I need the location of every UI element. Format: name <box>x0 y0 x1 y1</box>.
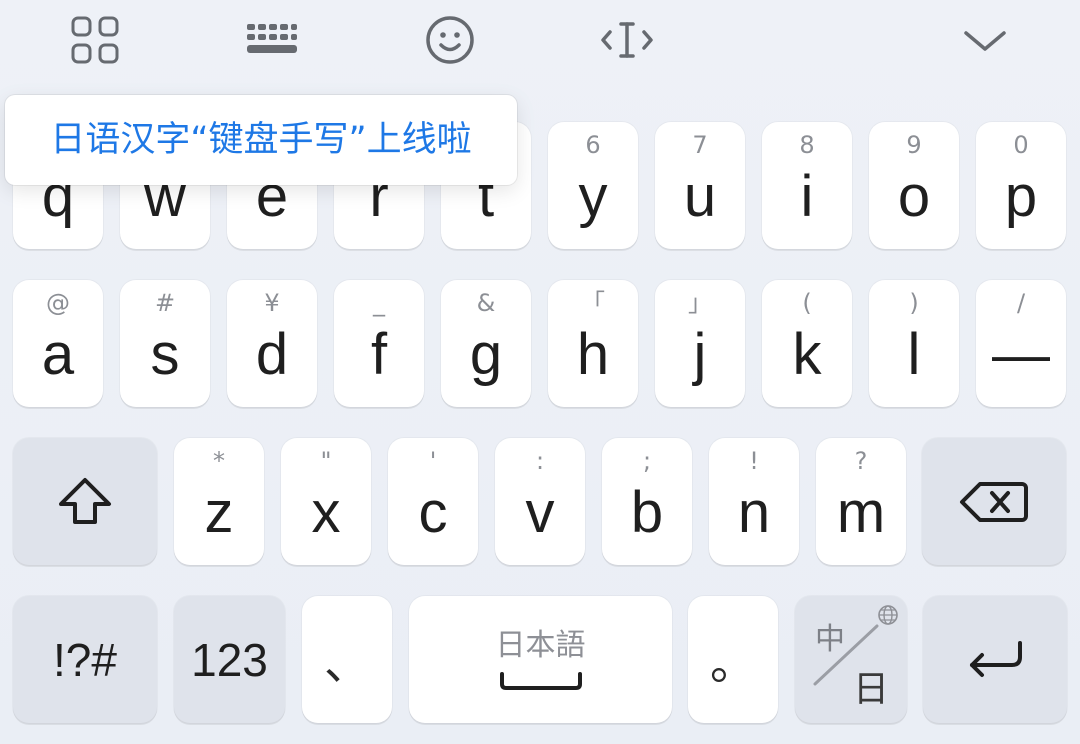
key-p[interactable]: 0 p <box>976 122 1066 249</box>
key-label: p <box>1004 164 1038 229</box>
key-label: x <box>311 480 341 545</box>
key-label: n <box>737 480 771 545</box>
period-key[interactable]: 。 <box>688 596 778 723</box>
key-s[interactable]: # s <box>120 280 210 407</box>
key-label: s <box>150 322 180 387</box>
key-label: i <box>800 164 814 229</box>
key-label: k <box>792 322 822 387</box>
key-u[interactable]: 7 u <box>655 122 745 249</box>
key-label: a <box>41 322 75 387</box>
key-d[interactable]: ¥ d <box>227 280 317 407</box>
key-dash[interactable]: / — <box>976 280 1066 407</box>
key-label: y <box>578 164 608 229</box>
key-label: j <box>693 322 707 387</box>
chevron-down-icon[interactable] <box>949 8 1021 72</box>
space-key[interactable]: 日本語 <box>409 596 672 723</box>
key-j[interactable]: 」 j <box>655 280 745 407</box>
key-label: v <box>525 480 555 545</box>
key-z[interactable]: * z <box>174 438 264 565</box>
comma-key[interactable]: 、 <box>302 596 392 723</box>
apps-grid-icon[interactable] <box>59 8 131 72</box>
key-c[interactable]: ' c <box>388 438 478 565</box>
backspace-key[interactable] <box>922 438 1066 565</box>
key-a[interactable]: @ a <box>13 280 103 407</box>
key-label: b <box>630 480 664 545</box>
key-label: f <box>370 322 388 387</box>
key-y[interactable]: 6 y <box>548 122 638 249</box>
key-o[interactable]: 9 o <box>869 122 959 249</box>
key-h[interactable]: 「 h <box>548 280 638 407</box>
numbers-label: 123 <box>191 633 268 686</box>
enter-key[interactable] <box>923 596 1067 723</box>
smiley-icon[interactable] <box>414 8 486 72</box>
shift-icon <box>13 438 157 565</box>
key-label: c <box>418 480 448 545</box>
globe-icon <box>877 604 899 626</box>
key-label: m <box>836 480 886 545</box>
key-label: z <box>204 480 234 545</box>
keyboard-toolbar <box>0 0 1080 88</box>
key-n[interactable]: ! n <box>709 438 799 565</box>
key-k[interactable]: ( k <box>762 280 852 407</box>
key-f[interactable]: _ f <box>334 280 424 407</box>
key-label: — <box>992 322 1050 387</box>
cursor-icon[interactable] <box>591 8 663 72</box>
period-label: 。 <box>710 636 756 689</box>
space-label: 日本語 <box>495 628 586 663</box>
key-label: g <box>469 322 503 387</box>
space-bar-icon <box>498 672 584 692</box>
shift-key[interactable] <box>13 438 157 565</box>
tooltip-text: 日语汉字“键盘手写”上线啦 <box>50 120 472 160</box>
backspace-icon <box>922 438 1066 565</box>
key-b[interactable]: ; b <box>602 438 692 565</box>
key-label: o <box>897 164 931 229</box>
key-l[interactable]: ) l <box>869 280 959 407</box>
comma-label: 、 <box>324 636 370 689</box>
symbols-label: !?# <box>53 633 117 686</box>
key-label: u <box>683 164 717 229</box>
key-x[interactable]: " x <box>281 438 371 565</box>
key-v[interactable]: : v <box>495 438 585 565</box>
numbers-key[interactable]: 123 <box>174 596 285 723</box>
language-switch-key[interactable]: 中 日 <box>795 596 907 723</box>
key-g[interactable]: & g <box>441 280 531 407</box>
key-m[interactable]: ? m <box>816 438 906 565</box>
symbols-key[interactable]: !?# <box>13 596 157 723</box>
key-i[interactable]: 8 i <box>762 122 852 249</box>
key-label: d <box>255 322 289 387</box>
key-label: l <box>907 322 921 387</box>
key-label: h <box>576 322 610 387</box>
keyboard-icon[interactable] <box>236 8 308 72</box>
feature-tooltip: 日语汉字“键盘手写”上线啦 <box>5 95 517 185</box>
language-bottom-label: 日 <box>853 669 890 710</box>
enter-icon <box>923 596 1067 723</box>
